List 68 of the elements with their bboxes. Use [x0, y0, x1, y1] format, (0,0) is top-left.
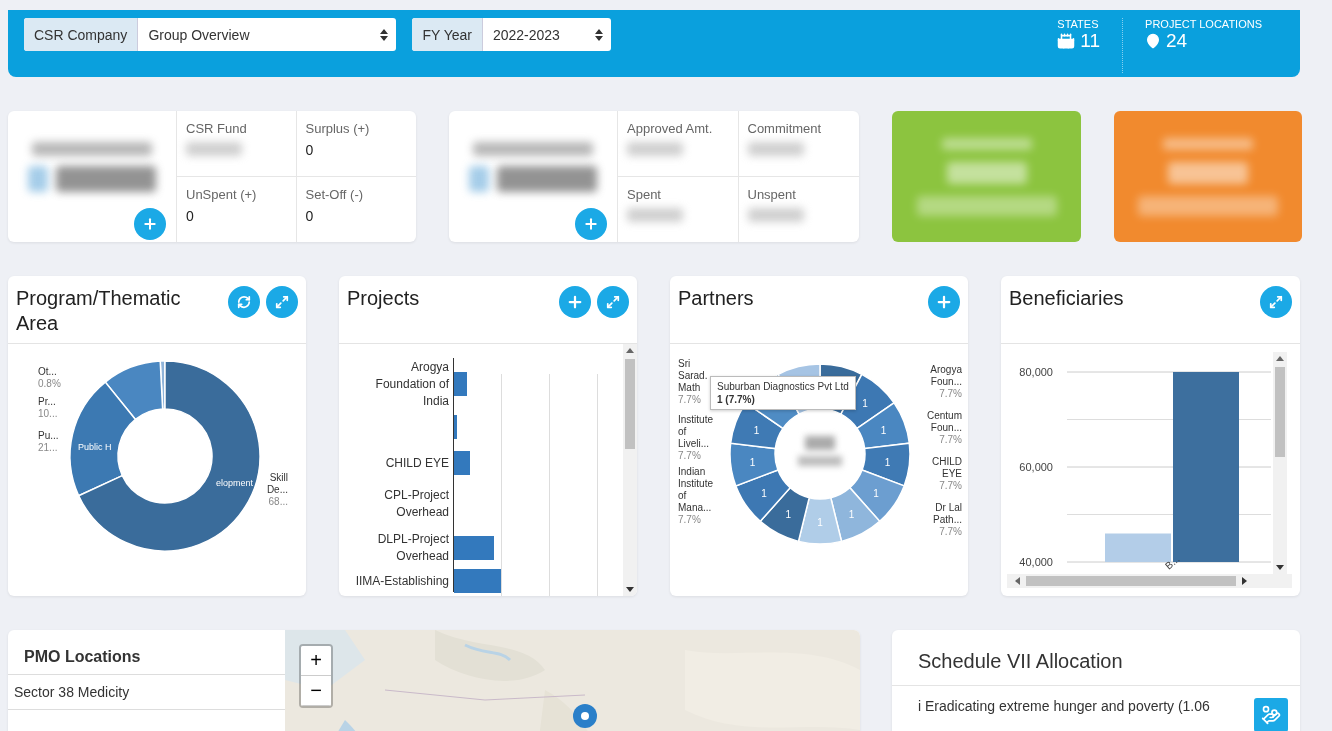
metric-label: Approved Amt. — [627, 121, 714, 136]
slice-value: 1 — [753, 424, 760, 436]
axis-tick-label: 80,000 — [1019, 366, 1053, 378]
legend-percent: 7.7% — [678, 450, 702, 462]
legend-label: Dr Lal Path... — [932, 502, 962, 526]
slice-value: 1 — [848, 509, 855, 521]
legend-label: Pu... — [38, 430, 60, 442]
axis-tick-label: 60,000 — [1019, 461, 1053, 473]
legend-label: Indian Institute of Mana... — [678, 466, 715, 514]
category-label: Arogya Foundation of India — [374, 358, 449, 410]
allocation-item: i Eradicating extreme hunger and poverty (1.06 — [918, 698, 1210, 716]
metric-label: UnSpent (+) — [186, 187, 258, 202]
metric-label: Set-Off (-) — [305, 187, 365, 202]
slice-label: elopment — [216, 478, 254, 488]
slice-label: Public H — [78, 442, 112, 452]
slice-value: 1 — [884, 457, 891, 469]
select-value: 2022-2023 — [492, 26, 560, 43]
slice-value: 1 — [785, 509, 792, 521]
slice-value: 1 — [749, 457, 756, 469]
category-label: CPL-Project Overhead — [383, 487, 449, 521]
legend-percent: 7.7% — [938, 526, 962, 538]
slice-value: 1 — [873, 487, 879, 499]
legend-label: Institute of Liveli... — [678, 414, 715, 450]
slice-value: 1 — [862, 398, 868, 410]
legend-percent: 7.7% — [938, 480, 962, 492]
card-title: Beneficiaries — [1009, 286, 1124, 311]
metric-value: 0 — [305, 142, 315, 158]
filter-label: FY Year — [412, 18, 483, 51]
slice-value: 1 — [817, 517, 823, 528]
metric-label: Unspent — [747, 187, 797, 202]
metric-label: Spent — [627, 187, 662, 202]
card-title: Projects — [347, 286, 420, 311]
slice-value: 1 — [880, 424, 887, 436]
legend-label: Ot... — [38, 366, 58, 378]
select-value: Group Overview — [148, 26, 250, 43]
slice-value: 1 — [761, 487, 767, 499]
stat-value: 11 — [1080, 30, 1101, 52]
card-title: Program/Thematic Area — [16, 286, 182, 336]
legend-label: CHILD EYE — [931, 456, 962, 480]
legend-percent: 7.7% — [938, 388, 962, 400]
metric-label: Surplus (+) — [305, 121, 371, 136]
legend-label: Arogya Foun... — [929, 364, 962, 388]
legend-label: Centum Foun... — [926, 410, 962, 434]
legend-percent: 21... — [38, 442, 59, 454]
card-title: Schedule VII Allocation — [892, 630, 1300, 686]
legend-percent: 68... — [267, 496, 288, 508]
metric-value: 0 — [186, 208, 195, 224]
axis-tick-label: 40,000 — [1019, 556, 1053, 568]
legend-percent: 0.8% — [38, 378, 62, 390]
legend-percent: 7.7% — [678, 514, 702, 526]
category-label: IIMA-Establishing — [355, 572, 449, 590]
metric-label: CSR Fund — [186, 121, 248, 136]
legend-label: Skill De... — [265, 472, 288, 496]
stat-value: 24 — [1166, 30, 1188, 52]
category-label: B... — [1163, 553, 1182, 572]
legend-percent: 7.7% — [938, 434, 962, 446]
metric-value: 0 — [305, 208, 315, 224]
category-label: DLPL-Project Overhead — [376, 531, 449, 565]
metric-label: Commitment — [747, 121, 823, 136]
tooltip-title: Suburban Diagnostics Pvt Ltd — [717, 381, 849, 392]
filter-label: CSR Company — [24, 18, 139, 51]
legend-percent: 10... — [38, 408, 59, 420]
legend-label: Pr... — [38, 396, 57, 408]
tooltip-value: 1 (7.7%) — [717, 394, 756, 405]
stat-label: PROJECT LOCATIONS — [1145, 18, 1262, 30]
stat-label: STATES — [1057, 18, 1100, 30]
category-label: CHILD EYE — [385, 454, 449, 472]
card-title: Partners — [678, 286, 754, 311]
